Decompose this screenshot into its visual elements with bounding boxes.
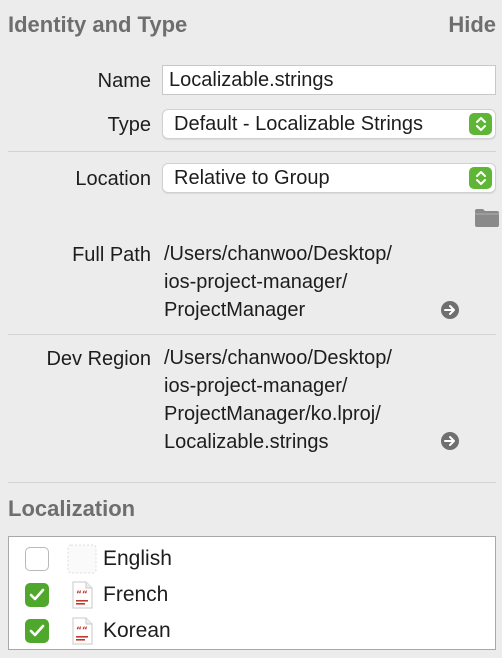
dev-region-value: /Users/chanwoo/Desktop/ ios-project-mana… <box>164 344 392 456</box>
strings-file-placeholder-icon <box>67 544 97 574</box>
divider <box>8 334 496 335</box>
full-path-label: Full Path <box>72 244 151 266</box>
type-popup[interactable]: Default - Localizable Strings <box>162 109 496 139</box>
list-item-label: French <box>103 583 169 606</box>
localization-title: Localization <box>8 496 136 521</box>
arrow-circle-right-icon[interactable] <box>440 300 460 320</box>
type-value: Default - Localizable Strings <box>174 113 424 135</box>
arrow-circle-right-icon[interactable] <box>440 431 460 451</box>
folder-icon[interactable] <box>474 208 500 228</box>
english-checkbox[interactable] <box>25 547 49 571</box>
full-path-line: ios-project-manager/ <box>164 271 348 293</box>
section-title: Identity and Type <box>8 12 188 37</box>
name-label: Name <box>97 70 151 92</box>
identity-section-header: Identity and Type Hide <box>0 0 502 40</box>
type-label: Type <box>107 114 151 136</box>
list-item: ““ French <box>9 577 495 613</box>
strings-file-icon: ““ <box>67 616 97 646</box>
divider <box>8 151 496 152</box>
dev-region-line: /Users/chanwoo/Desktop/ <box>164 347 392 369</box>
list-item-label: Korean <box>103 619 171 642</box>
chevron-up-down-icon <box>469 167 492 189</box>
list-item: ““ Korean <box>9 613 495 649</box>
location-popup[interactable]: Relative to Group <box>162 163 496 193</box>
chevron-up-down-icon <box>469 113 492 135</box>
dev-region-line: ProjectManager/ko.lproj/ <box>164 403 381 425</box>
dev-region-line: Localizable.strings <box>164 431 329 453</box>
dev-region-line: ios-project-manager/ <box>164 375 348 397</box>
full-path-line: ProjectManager <box>164 299 306 321</box>
full-path-value: /Users/chanwoo/Desktop/ ios-project-mana… <box>164 240 392 324</box>
location-value: Relative to Group <box>174 167 330 189</box>
hide-button[interactable]: Hide <box>448 12 496 38</box>
list-item: English <box>9 541 495 577</box>
strings-file-icon: ““ <box>67 580 97 610</box>
full-path-line: /Users/chanwoo/Desktop/ <box>164 243 392 265</box>
svg-text:““: ““ <box>76 590 88 600</box>
korean-checkbox[interactable] <box>25 619 49 643</box>
french-checkbox[interactable] <box>25 583 49 607</box>
divider <box>8 482 496 483</box>
svg-text:““: ““ <box>76 626 88 636</box>
list-item-label: English <box>103 547 172 570</box>
localization-list: English ““ French ““ Korean <box>8 536 496 650</box>
location-label: Location <box>75 168 151 190</box>
name-field[interactable]: Localizable.strings <box>162 65 496 95</box>
dev-region-label: Dev Region <box>46 348 151 370</box>
